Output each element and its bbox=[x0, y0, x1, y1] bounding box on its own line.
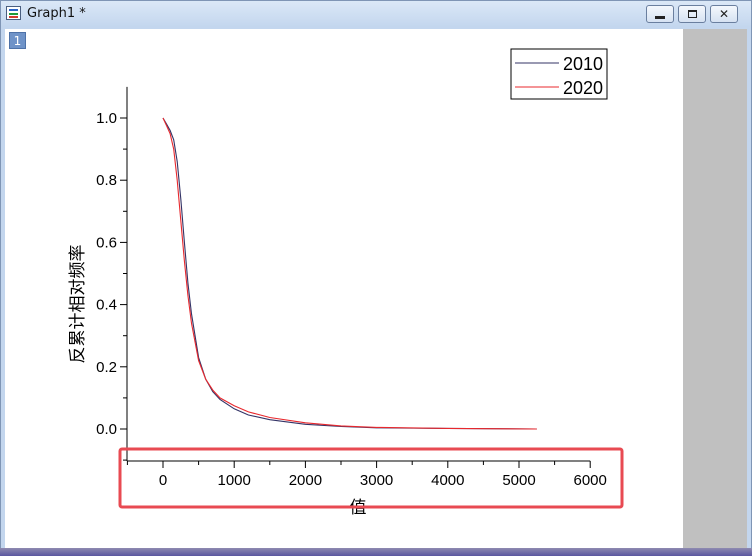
restore-button[interactable] bbox=[678, 5, 706, 23]
graph-window-icon bbox=[6, 6, 21, 20]
y-tick-label: 0.8 bbox=[96, 172, 117, 189]
x-tick-label: 0 bbox=[159, 472, 167, 489]
x-tick-label: 2000 bbox=[289, 472, 322, 489]
close-button[interactable]: ✕ bbox=[710, 5, 738, 23]
chart-series bbox=[162, 117, 537, 430]
x-tick-label: 3000 bbox=[360, 472, 393, 489]
x-tick-label: 6000 bbox=[574, 472, 607, 489]
restore-icon bbox=[688, 10, 697, 18]
y-tick-label: 1.0 bbox=[96, 110, 117, 127]
taskbar-strip bbox=[0, 548, 752, 556]
chart[interactable]: 0.0 0.2 0.4 0.6 0.8 1.0 0 1000 2000 3000 4000 5000 6… bbox=[5, 29, 683, 549]
chart-legend: 2010 2020 bbox=[510, 48, 608, 100]
minimize-button[interactable] bbox=[646, 5, 674, 23]
x-tick-label: 4000 bbox=[431, 472, 464, 489]
y-tick-label: 0.2 bbox=[96, 359, 117, 376]
close-icon: ✕ bbox=[718, 7, 730, 21]
y-axis-label: 反累计相对频率 bbox=[68, 245, 88, 364]
graph-window: Graph1 * ✕ 1 0.0 0.2 0.4 0.6 0.8 1.0 0 1000 2000… bbox=[0, 0, 752, 552]
layer-number-badge[interactable]: 1 bbox=[9, 32, 26, 49]
series-line-2010 bbox=[162, 117, 537, 430]
y-tick-label: 0.0 bbox=[96, 421, 117, 438]
x-tick-label: 1000 bbox=[218, 472, 251, 489]
minimize-icon bbox=[655, 16, 665, 19]
window-title: Graph1 * bbox=[27, 6, 86, 21]
graph-client-area: 1 0.0 0.2 0.4 0.6 0.8 1.0 0 1000 2000 3000 4000 500… bbox=[5, 29, 747, 549]
legend-label-2010: 2010 bbox=[563, 54, 603, 74]
x-tick-label: 5000 bbox=[502, 472, 535, 489]
legend-label-2020: 2020 bbox=[563, 78, 603, 98]
title-bar[interactable]: Graph1 * ✕ bbox=[1, 1, 751, 27]
series-line-2020 bbox=[162, 117, 537, 430]
y-tick-label: 0.6 bbox=[96, 234, 117, 251]
graph-page[interactable]: 1 0.0 0.2 0.4 0.6 0.8 1.0 0 1000 2000 3000 4000 500… bbox=[5, 29, 683, 549]
y-tick-label: 0.4 bbox=[96, 297, 117, 314]
page-margin-area bbox=[683, 29, 747, 549]
